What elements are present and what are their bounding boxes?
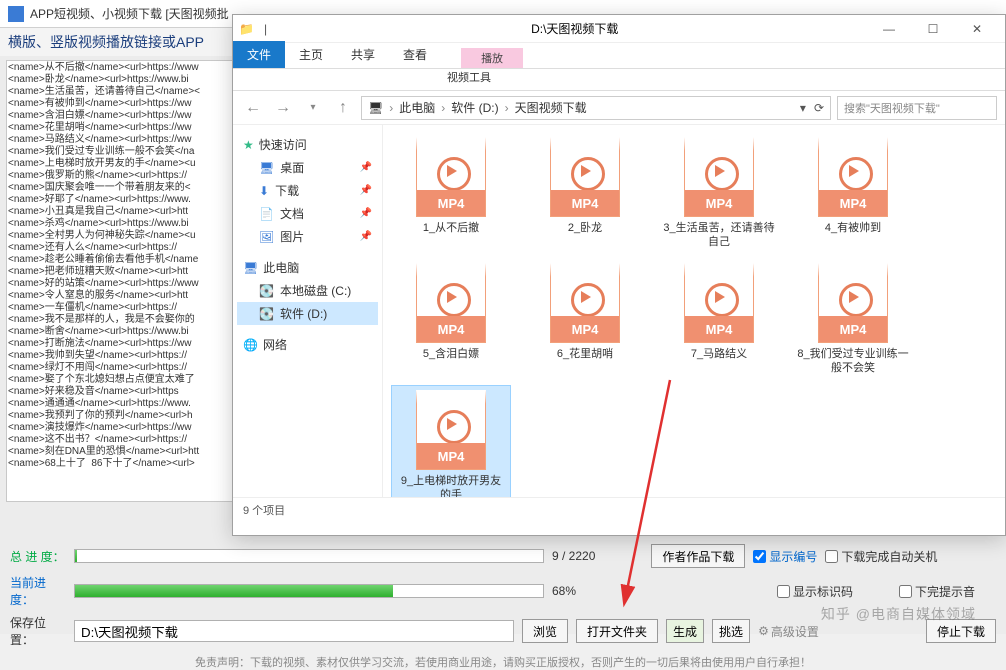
maximize-button[interactable]: ☐ — [911, 15, 955, 43]
current-progress-text: 68% — [552, 584, 576, 598]
file-item[interactable]: MP4 6_花里胡哨 — [525, 259, 645, 379]
open-folder-button[interactable]: 打开文件夹 — [576, 619, 658, 643]
ribbon-tabs: 文件 主页 共享 查看 播放 — [233, 43, 1005, 69]
file-name: 1_从不后撤 — [395, 221, 507, 235]
explorer-content[interactable]: MP4 1_从不后撤 MP4 2_卧龙 MP4 3_生活虽苦，还请善待自己 MP4 4_有被帅… — [383, 125, 1005, 497]
tab-share[interactable]: 共享 — [337, 41, 389, 68]
done-sound-checkbox[interactable]: 下完提示音 — [899, 583, 975, 600]
pick-button[interactable]: 挑选 — [712, 619, 750, 643]
refresh-icon[interactable]: ⟳ — [814, 101, 824, 115]
sidebar-item-pictures[interactable]: 🖼图片📌 — [237, 225, 378, 248]
total-progress-bar — [74, 549, 544, 563]
current-progress-label: 当前进度： — [10, 574, 66, 608]
auto-shutdown-checkbox[interactable]: 下载完成自动关机 — [825, 548, 937, 565]
minimize-button[interactable]: — — [867, 15, 911, 43]
tab-video-tools[interactable]: 视频工具 — [433, 64, 505, 90]
file-item[interactable]: MP4 2_卧龙 — [525, 133, 645, 253]
file-name: 3_生活虽苦，还请善待自己 — [663, 221, 775, 249]
sidebar-this-pc[interactable]: 🖥此电脑 — [237, 256, 378, 279]
advanced-settings-link[interactable]: ⚙高级设置 — [758, 623, 819, 640]
pc-icon: 🖥 — [368, 101, 383, 115]
generate-button[interactable]: 生成 — [666, 619, 704, 643]
dropdown-icon[interactable]: ▾ — [800, 101, 806, 115]
file-item[interactable]: MP4 3_生活虽苦，还请善待自己 — [659, 133, 779, 253]
mp4-icon: MP4 — [416, 263, 486, 343]
show-number-checkbox[interactable]: 显示编号 — [753, 548, 817, 565]
author-download-button[interactable]: 作者作品下载 — [651, 544, 745, 568]
nav-back-button[interactable]: ← — [241, 96, 265, 120]
mp4-icon: MP4 — [416, 390, 486, 470]
total-progress-text: 9 / 2220 — [552, 549, 595, 563]
mp4-icon: MP4 — [416, 137, 486, 217]
address-bar-row: ← → ▾ ↑ 🖥› 此电脑› 软件 (D:)› 天图视频下载 ▾ ⟳ 搜索"天… — [233, 91, 1005, 125]
explorer-sidebar: ★快速访问 🖥桌面📌 ⬇下载📌 📄文档📌 🖼图片📌 🖥此电脑 💽本地磁盘 (C:… — [233, 125, 383, 497]
file-name: 9_上电梯时放开男友的手 — [396, 474, 506, 497]
mp4-icon: MP4 — [684, 263, 754, 343]
file-name: 7_马路结义 — [663, 347, 775, 361]
nav-history-button[interactable]: ▾ — [301, 96, 325, 120]
window-path: D:\天图视频下载 — [531, 20, 618, 37]
mp4-icon: MP4 — [818, 263, 888, 343]
mp4-icon: MP4 — [550, 137, 620, 217]
total-progress-label: 总 进 度： — [10, 548, 66, 565]
file-explorer-window: 📁 | D:\天图视频下载 — ☐ ✕ 文件 主页 共享 查看 播放 视频工具 … — [232, 14, 1006, 536]
show-code-checkbox[interactable]: 显示标识码 — [777, 583, 853, 600]
search-input[interactable]: 搜索"天图视频下载" — [837, 96, 997, 120]
folder-icon: 📁 — [239, 22, 254, 36]
sidebar-item-local-c[interactable]: 💽本地磁盘 (C:) — [237, 279, 378, 302]
nav-forward-button[interactable]: → — [271, 96, 295, 120]
save-location-label: 保存位置： — [10, 614, 66, 648]
sidebar-item-desktop[interactable]: 🖥桌面📌 — [237, 156, 378, 179]
mp4-icon: MP4 — [684, 137, 754, 217]
browse-button[interactable]: 浏览 — [522, 619, 568, 643]
explorer-titlebar[interactable]: 📁 | D:\天图视频下载 — ☐ ✕ — [233, 15, 1005, 43]
close-button[interactable]: ✕ — [955, 15, 999, 43]
breadcrumb[interactable]: 🖥› 此电脑› 软件 (D:)› 天图视频下载 ▾ ⟳ — [361, 96, 831, 120]
sidebar-network[interactable]: 🌐网络 — [237, 333, 378, 356]
file-name: 4_有被帅到 — [797, 221, 909, 235]
file-item[interactable]: MP4 1_从不后撤 — [391, 133, 511, 253]
file-name: 8_我们受过专业训练一般不会笑 — [797, 347, 909, 375]
file-item[interactable]: MP4 8_我们受过专业训练一般不会笑 — [793, 259, 913, 379]
tab-file[interactable]: 文件 — [233, 41, 285, 68]
disclaimer-text: 免责声明：下载的视频、素材仅供学习交流，若使用商业用途，请购买正版授权，否则产生… — [10, 654, 996, 670]
explorer-statusbar: 9 个项目 — [233, 497, 1005, 521]
app-icon — [8, 6, 24, 22]
file-name: 2_卧龙 — [529, 221, 641, 235]
save-path-input[interactable] — [74, 620, 514, 642]
url-list[interactable]: <name>从不后撤</name><url>https://www <name>… — [6, 60, 238, 502]
mp4-icon: MP4 — [550, 263, 620, 343]
mp4-icon: MP4 — [818, 137, 888, 217]
sidebar-quick-access[interactable]: ★快速访问 — [237, 133, 378, 156]
sidebar-item-soft-d[interactable]: 💽软件 (D:) — [237, 302, 378, 325]
sidebar-item-downloads[interactable]: ⬇下载📌 — [237, 179, 378, 202]
sidebar-item-documents[interactable]: 📄文档📌 — [237, 202, 378, 225]
file-item[interactable]: MP4 4_有被帅到 — [793, 133, 913, 253]
current-progress-bar — [74, 584, 544, 598]
file-item[interactable]: MP4 5_含泪白嫖 — [391, 259, 511, 379]
app-title: APP短视频、小视频下载 [天图视频批 — [30, 5, 229, 22]
watermark: 知乎 @电商自媒体领域 — [821, 604, 976, 624]
file-item[interactable]: MP4 7_马路结义 — [659, 259, 779, 379]
file-name: 6_花里胡哨 — [529, 347, 641, 361]
tab-home[interactable]: 主页 — [285, 41, 337, 68]
file-item[interactable]: MP4 9_上电梯时放开男友的手 — [391, 385, 511, 497]
nav-up-button[interactable]: ↑ — [331, 96, 355, 120]
file-name: 5_含泪白嫖 — [395, 347, 507, 361]
